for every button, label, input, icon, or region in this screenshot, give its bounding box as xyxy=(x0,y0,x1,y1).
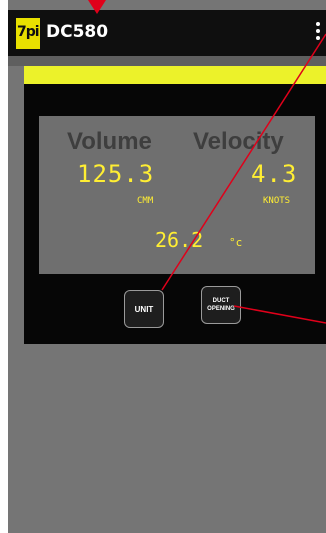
toolbar-strip xyxy=(8,56,326,66)
logo-text: 7pi xyxy=(17,24,40,40)
meter-panel: Volume Velocity 125.3 4.3 CMM KNOTS 26.2… xyxy=(24,66,326,344)
volume-label: Volume xyxy=(67,128,152,155)
velocity-value: 4.3 xyxy=(251,160,298,188)
accent-bar xyxy=(24,66,326,84)
velocity-label: Velocity xyxy=(193,128,284,155)
duct-opening-button[interactable]: DUCT OPENING xyxy=(201,286,241,324)
app-logo: 7pi xyxy=(16,18,40,49)
volume-unit: CMM xyxy=(137,196,154,206)
app-title: DC580 xyxy=(46,22,109,42)
temperature-value: 26.2 xyxy=(155,228,204,252)
temperature-unit: °c xyxy=(229,236,243,249)
app-screen: 7pi DC580 Volume Velocity 125.3 4.3 CMM … xyxy=(8,0,326,533)
volume-value: 125.3 xyxy=(77,160,155,188)
unit-button[interactable]: UNIT xyxy=(124,290,164,328)
velocity-unit: KNOTS xyxy=(263,196,291,206)
app-bar: 7pi DC580 xyxy=(8,10,326,56)
overflow-menu-icon[interactable] xyxy=(314,22,322,44)
lcd-display: Volume Velocity 125.3 4.3 CMM KNOTS 26.2… xyxy=(39,116,315,274)
